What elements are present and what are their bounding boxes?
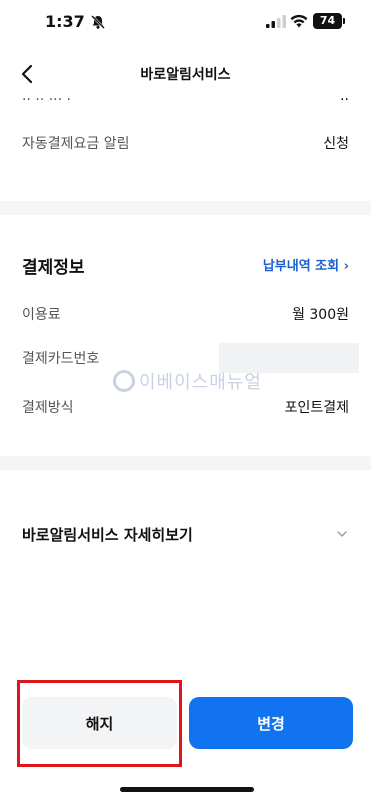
payment-history-link[interactable]: 납부내역 조회 › xyxy=(263,255,349,274)
payment-history-label: 납부내역 조회 xyxy=(262,259,340,274)
page-title: 바로알림서비스 xyxy=(140,67,231,83)
wifi-icon xyxy=(290,14,308,28)
partially-hidden-row: ·· ·· ··· · ·· xyxy=(22,92,349,108)
battery-level: 74 xyxy=(319,14,336,27)
row-value: 월 300원 xyxy=(292,307,349,323)
change-button[interactable]: 변경 xyxy=(189,697,353,749)
section-divider xyxy=(0,456,371,470)
row-label: ·· ·· ··· · xyxy=(22,92,71,108)
battery-icon: 74 xyxy=(313,13,345,29)
payment-section-title: 결제정보 xyxy=(22,258,85,278)
highlight-annotation-box xyxy=(17,680,182,767)
row-value: 신청 xyxy=(323,136,349,152)
service-details-label: 바로알림서비스 자세히보기 xyxy=(22,525,193,544)
section-divider xyxy=(0,201,371,215)
bell-off-icon xyxy=(91,15,105,29)
payment-method-row: 결제방식 포인트결제 xyxy=(22,396,349,418)
chevron-right-icon: › xyxy=(343,259,349,274)
home-indicator xyxy=(120,787,254,792)
status-bar: 1:37 74 xyxy=(0,0,371,48)
watermark-logo-icon xyxy=(113,370,135,392)
auto-payment-alert-row: 자동결제요금 알림 신청 xyxy=(22,132,349,154)
watermark: 이베이스매뉴얼 xyxy=(113,368,262,394)
fee-row: 이용료 월 300원 xyxy=(22,303,349,325)
row-label: 결제카드번호 xyxy=(22,351,100,367)
row-label: 결제방식 xyxy=(22,400,74,416)
row-value: ·· xyxy=(340,92,349,108)
row-value: 포인트결제 xyxy=(284,400,349,416)
row-label: 이용료 xyxy=(22,307,61,323)
service-details-toggle[interactable]: 바로알림서비스 자세히보기 xyxy=(22,522,349,546)
row-label: 자동결제요금 알림 xyxy=(22,136,130,152)
chevron-down-icon xyxy=(337,531,347,537)
cellular-signal-icon xyxy=(266,15,286,28)
status-time: 1:37 xyxy=(45,12,85,31)
watermark-text: 이베이스매뉴얼 xyxy=(139,372,262,393)
